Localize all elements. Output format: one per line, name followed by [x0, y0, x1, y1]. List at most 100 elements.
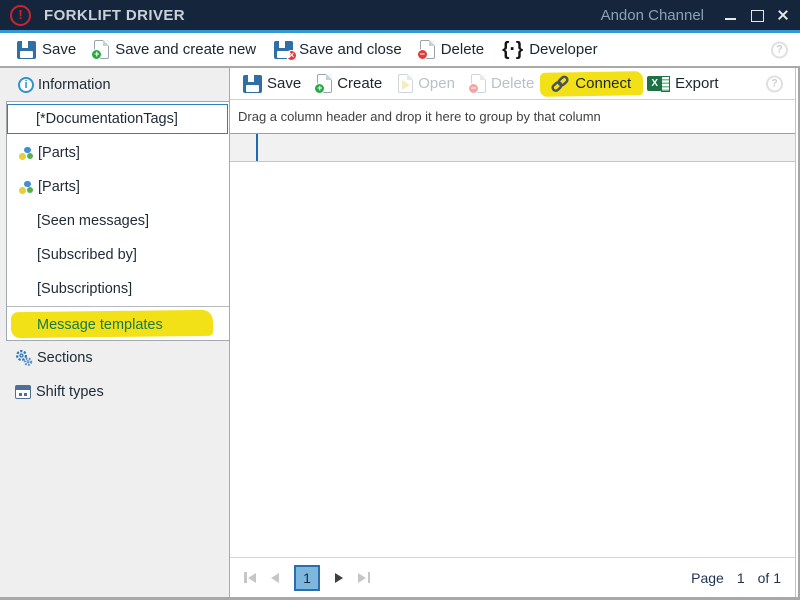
help-icon[interactable]: ?	[771, 41, 788, 58]
column-divider	[256, 134, 258, 161]
detail-delete-button[interactable]: − Delete	[463, 70, 542, 98]
sidebar-item-subscribed-by[interactable]: [Subscribed by]	[7, 238, 229, 272]
close-icon[interactable]	[776, 8, 790, 22]
grid-body	[230, 162, 795, 557]
sidebar-item-shift-types[interactable]: Shift types	[0, 375, 229, 409]
sidebar-item-sections[interactable]: Sections	[0, 341, 229, 375]
save-create-label: Save and create new	[115, 41, 256, 58]
developer-button[interactable]: {·} Developer	[493, 33, 607, 66]
sidebar-item-documentation-tags[interactable]: [*DocumentationTags]	[7, 102, 229, 136]
sidebar-item-seen-messages[interactable]: [Seen messages]	[7, 204, 229, 238]
save-and-close-button[interactable]: × Save and close	[265, 33, 411, 66]
page-indicator: Page 1 of 1	[691, 570, 781, 586]
sidebar-item-parts-1[interactable]: [Parts]	[7, 136, 229, 170]
floppy-save-icon	[243, 75, 262, 93]
minus-badge-icon: −	[417, 49, 428, 60]
delete-document-icon: −	[471, 74, 486, 93]
floppy-close-icon: ×	[274, 41, 293, 59]
sidebar-item-information[interactable]: i Information	[0, 70, 229, 100]
save-label: Save	[42, 41, 76, 58]
new-document-icon: +	[317, 74, 332, 93]
info-icon: i	[18, 77, 34, 93]
sidebar-item-label: Sections	[37, 350, 93, 366]
channel-label: Andon Channel	[601, 7, 704, 24]
detail-connect-label: Connect	[575, 75, 631, 92]
detail-export-label: Export	[675, 75, 718, 92]
window-title: FORKLIFT DRIVER	[44, 7, 185, 24]
developer-braces-icon: {·}	[502, 40, 523, 59]
spreadsheet-glyph	[661, 76, 670, 92]
page-label: Page	[691, 570, 724, 586]
delete-label: Delete	[441, 41, 484, 58]
save-close-label: Save and close	[299, 41, 402, 58]
excel-export-icon: X	[647, 76, 670, 92]
sidebar-group: [*DocumentationTags] [Parts] [Parts] [Se…	[6, 101, 229, 341]
detail-export-button[interactable]: X Export	[639, 70, 726, 98]
minus-badge-icon: −	[468, 83, 479, 94]
current-page-button[interactable]: 1	[294, 565, 320, 591]
save-button[interactable]: Save	[8, 33, 85, 66]
sidebar-item-parts-2[interactable]: [Parts]	[7, 170, 229, 204]
page-of-label: of 1	[758, 570, 781, 586]
content-area: i Information [*DocumentationTags] [Part…	[0, 68, 800, 597]
next-page-icon	[335, 573, 343, 583]
groupby-drop-zone[interactable]: Drag a column header and drop it here to…	[230, 100, 795, 133]
window-controls	[724, 8, 790, 22]
calendar-icon	[15, 385, 31, 399]
detail-toolbar: Save + Create Open − Delete	[230, 68, 795, 100]
maximize-icon[interactable]	[750, 8, 764, 22]
sidebar-item-message-templates[interactable]: Message templates	[7, 306, 229, 342]
detail-open-label: Open	[418, 75, 455, 92]
grid-header[interactable]	[230, 133, 795, 162]
floppy-save-icon	[17, 41, 36, 59]
previous-page-button[interactable]	[271, 573, 279, 583]
parts-icon	[19, 181, 33, 194]
gears-icon	[15, 349, 33, 367]
alert-icon: !	[10, 5, 31, 26]
detail-delete-label: Delete	[491, 75, 534, 92]
detail-create-label: Create	[337, 75, 382, 92]
last-page-icon	[368, 572, 371, 583]
delete-document-icon: −	[420, 40, 435, 59]
window-right-frame	[795, 68, 800, 597]
app-window: ! FORKLIFT DRIVER Andon Channel Save + S…	[0, 0, 800, 600]
detail-save-button[interactable]: Save	[235, 70, 309, 98]
sidebar-item-label: [Parts]	[38, 179, 80, 195]
delete-button[interactable]: − Delete	[411, 33, 493, 66]
last-page-button[interactable]	[358, 572, 370, 583]
detail-create-button[interactable]: + Create	[309, 70, 390, 98]
detail-open-button[interactable]: Open	[390, 70, 463, 98]
groupby-hint: Drag a column header and drop it here to…	[238, 109, 601, 124]
plus-badge-icon: +	[91, 49, 102, 60]
help-icon[interactable]: ?	[766, 75, 783, 92]
save-and-create-new-button[interactable]: + Save and create new	[85, 33, 265, 66]
sidebar: i Information [*DocumentationTags] [Part…	[0, 68, 230, 597]
next-page-button[interactable]	[335, 573, 343, 583]
excel-x-glyph: X	[647, 76, 662, 91]
sidebar-item-label: Information	[38, 77, 111, 93]
first-page-icon	[244, 572, 247, 583]
sidebar-item-label: [Parts]	[38, 145, 80, 161]
sidebar-item-label: [Seen messages]	[37, 213, 149, 229]
minimize-icon[interactable]	[724, 8, 738, 22]
previous-page-icon	[271, 573, 279, 583]
titlebar: ! FORKLIFT DRIVER Andon Channel	[0, 0, 800, 30]
sidebar-item-label: Message templates	[37, 317, 163, 333]
sidebar-item-label: Shift types	[36, 384, 104, 400]
plus-badge-icon: +	[314, 83, 325, 94]
first-page-button[interactable]	[244, 572, 256, 583]
page-number: 1	[737, 570, 745, 586]
detail-connect-button[interactable]: Connect	[542, 70, 639, 98]
sidebar-item-subscriptions[interactable]: [Subscriptions]	[7, 272, 229, 306]
selection-box: [*DocumentationTags]	[7, 104, 228, 134]
new-document-icon: +	[94, 40, 109, 59]
open-document-icon	[398, 74, 413, 93]
last-page-icon	[358, 573, 366, 583]
detail-save-label: Save	[267, 75, 301, 92]
chain-link-icon	[550, 74, 570, 94]
pager: 1 Page 1 of 1	[230, 557, 795, 597]
sidebar-item-label: [Subscribed by]	[37, 247, 137, 263]
detail-panel: Save + Create Open − Delete	[230, 68, 795, 597]
main-toolbar: Save + Save and create new × Save and cl…	[0, 33, 800, 66]
sidebar-item-label: [Subscriptions]	[37, 281, 132, 297]
